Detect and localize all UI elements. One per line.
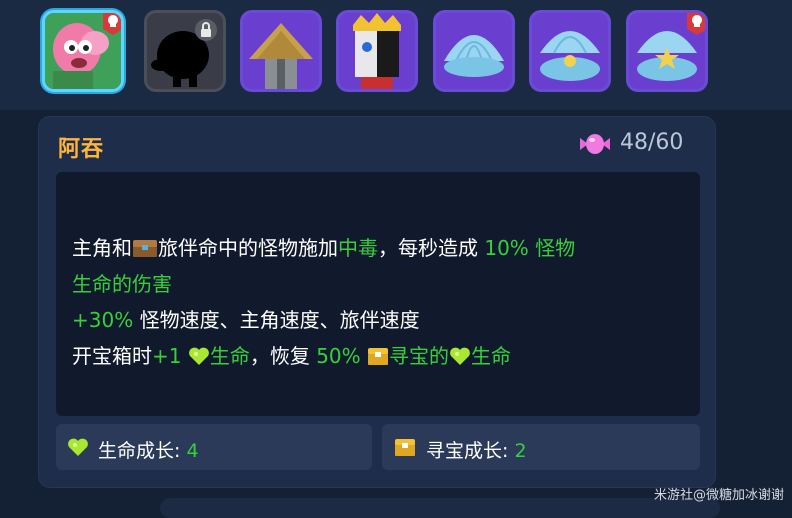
stat-label: 生命成长:	[98, 440, 187, 462]
candy-icon	[580, 134, 610, 154]
stat-label: 寻宝成长:	[426, 440, 515, 462]
text-segment: 主角和	[72, 236, 132, 260]
speed-value: +30%	[72, 308, 134, 332]
stat-value: 2	[514, 440, 527, 462]
text-segment: ，每秒造成	[378, 236, 485, 260]
damage-value: 10% 怪物	[484, 236, 576, 260]
chest-icon	[133, 240, 157, 257]
stat-treasure-growth-text: 寻宝成长: 2	[426, 436, 527, 463]
companion-name: 阿吞	[58, 137, 105, 162]
roster-slot-crowned-face[interactable]	[336, 10, 418, 92]
shell-icon	[444, 35, 504, 77]
life-value: +1	[152, 344, 188, 368]
stat-life-growth: 生命成长: 4	[56, 424, 372, 470]
stat-treasure-growth: 寻宝成长: 2	[382, 424, 700, 470]
text-segment: 旅伴命中的怪物施加	[158, 236, 338, 260]
text-segment: ，恢复	[249, 344, 317, 368]
text-segment: 开宝箱时	[72, 344, 152, 368]
skull-badge-icon	[687, 13, 705, 35]
text-segment: 怪物速度、主角速度、旅伴速度	[133, 308, 420, 332]
heart-icon	[450, 347, 470, 365]
straw-hat-icon	[249, 23, 313, 89]
poison-keyword: 中毒	[338, 236, 378, 260]
chest-icon	[395, 439, 415, 456]
stat-life-growth-text: 生命成长: 4	[98, 436, 199, 463]
roster-slot-shell[interactable]	[433, 10, 515, 92]
roster-slot-shell-star[interactable]	[626, 10, 708, 92]
roster-slot-pink-worm[interactable]	[42, 10, 124, 92]
next-panel-edge	[160, 498, 720, 518]
watermark: 米游社@微糖加冰谢谢	[653, 488, 784, 503]
life-keyword: 生命	[471, 344, 512, 368]
roster-slot-shell-open[interactable]	[529, 10, 611, 92]
roster-slot-locked[interactable]	[144, 10, 226, 92]
skull-badge-icon	[103, 13, 121, 35]
description-line-4: 开宝箱时+1 生命，恢复 50% 寻宝的 生命	[72, 338, 692, 374]
chest-icon	[368, 348, 389, 365]
crowned-face-icon	[353, 13, 401, 89]
description-text: 主角和 旅伴命中的怪物施加中毒，每秒造成 10% 怪物 生命的伤害 +30% 怪物…	[72, 230, 692, 374]
lock-icon	[195, 19, 217, 41]
description-line-1: 主角和 旅伴命中的怪物施加中毒，每秒造成 10% 怪物	[72, 230, 692, 266]
roster-slot-straw-hat[interactable]	[240, 10, 322, 92]
treasure-keyword: 寻宝的	[389, 344, 450, 368]
fragment-count: 48/60	[620, 130, 684, 155]
heart-icon	[188, 347, 209, 365]
stat-value: 4	[186, 440, 199, 462]
description-line-2: 生命的伤害	[72, 272, 172, 296]
life-keyword: 生命	[209, 344, 250, 368]
shell-open-icon	[540, 31, 600, 81]
description-line-3: +30% 怪物速度、主角速度、旅伴速度	[72, 302, 692, 338]
restore-value: 50%	[316, 344, 368, 368]
heart-icon	[68, 438, 88, 456]
